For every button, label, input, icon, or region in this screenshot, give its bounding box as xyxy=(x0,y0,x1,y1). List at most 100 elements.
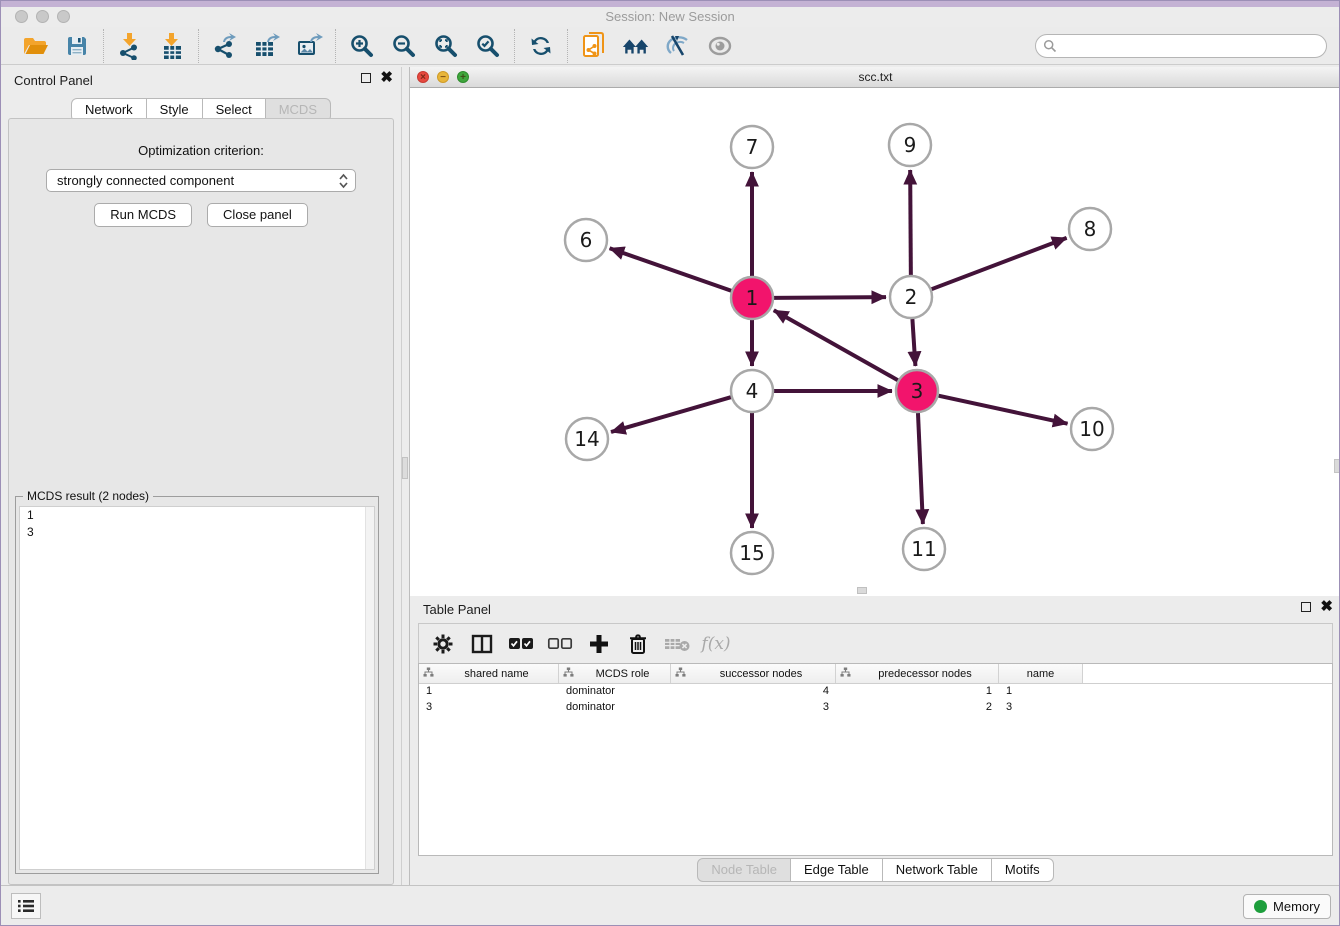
tree-icon xyxy=(563,667,579,681)
memory-button[interactable]: Memory xyxy=(1243,894,1331,919)
apply-layout-icon[interactable] xyxy=(526,31,556,61)
network-close-button[interactable]: × xyxy=(417,71,429,83)
canvas-bottom-grip[interactable] xyxy=(857,587,867,594)
splitter-grip[interactable] xyxy=(402,457,408,479)
table-panel-title: Table Panel xyxy=(410,596,1340,623)
table-row[interactable]: 1dominator411 xyxy=(419,684,1332,700)
import-table-icon[interactable] xyxy=(157,31,187,61)
edge-3-11[interactable] xyxy=(918,413,923,524)
edge-3-1[interactable] xyxy=(774,310,898,380)
canvas-right-grip[interactable] xyxy=(1334,459,1340,473)
column-header-shared-name[interactable]: shared name xyxy=(419,664,559,683)
criterion-dropdown-value: strongly connected component xyxy=(57,173,338,188)
node-6[interactable]: 6 xyxy=(565,219,607,261)
mcds-result-area[interactable]: 13 xyxy=(19,506,375,870)
new-network-from-selection-icon[interactable] xyxy=(579,31,609,61)
search-field[interactable] xyxy=(1035,34,1327,58)
node-7[interactable]: 7 xyxy=(731,126,773,168)
result-scrollbar[interactable] xyxy=(365,507,374,869)
edge-2-9[interactable] xyxy=(910,170,911,275)
column-header-successor-nodes[interactable]: successor nodes xyxy=(671,664,836,683)
table-cell[interactable]: 1 xyxy=(419,684,559,700)
export-network-icon[interactable] xyxy=(210,31,240,61)
minimize-window-button[interactable] xyxy=(36,10,49,23)
open-session-icon[interactable] xyxy=(20,31,50,61)
close-window-button[interactable] xyxy=(15,10,28,23)
tab-network-table[interactable]: Network Table xyxy=(883,858,992,882)
reset-view-icon[interactable] xyxy=(621,31,651,61)
deselect-all-icon[interactable] xyxy=(547,631,573,657)
tab-node-table[interactable]: Node Table xyxy=(697,858,791,882)
table-cell[interactable]: 2 xyxy=(836,700,999,716)
network-canvas[interactable]: 7 9 6 8 1 2 4 3 14 10 15 11 xyxy=(410,88,1340,596)
zoom-selected-icon[interactable] xyxy=(473,31,503,61)
node-9[interactable]: 9 xyxy=(889,124,931,166)
table-cell[interactable]: 1 xyxy=(999,684,1083,700)
table-cell[interactable]: 4 xyxy=(671,684,836,700)
close-panel-button[interactable]: Close panel xyxy=(207,203,308,227)
table-options-icon[interactable] xyxy=(430,631,456,657)
node-label: 1 xyxy=(746,286,759,310)
column-header-name[interactable]: name xyxy=(999,664,1083,683)
table-cell[interactable]: 3 xyxy=(999,700,1083,716)
import-network-icon[interactable] xyxy=(115,31,145,61)
float-table-panel-icon[interactable] xyxy=(1301,602,1311,612)
zoom-in-icon[interactable] xyxy=(347,31,377,61)
table-cell[interactable]: dominator xyxy=(559,700,671,716)
hide-graphics-details-icon[interactable] xyxy=(663,31,693,61)
export-table-icon[interactable] xyxy=(252,31,282,61)
node-1[interactable]: 1 xyxy=(731,277,773,319)
node-4[interactable]: 4 xyxy=(731,370,773,412)
node-11[interactable]: 11 xyxy=(903,528,945,570)
node-table[interactable]: shared nameMCDS rolesuccessor nodesprede… xyxy=(418,663,1333,856)
toggle-panel-icon[interactable] xyxy=(469,631,495,657)
delete-column-icon[interactable] xyxy=(625,631,651,657)
close-table-panel-icon[interactable]: ✖ xyxy=(1320,602,1333,612)
table-row[interactable]: 3dominator323 xyxy=(419,700,1332,716)
search-input[interactable] xyxy=(1057,38,1319,54)
tree-icon xyxy=(423,667,439,681)
column-header-predecessor-nodes[interactable]: predecessor nodes xyxy=(836,664,999,683)
delete-table-icon[interactable] xyxy=(664,631,690,657)
network-window-titlebar[interactable]: × − + scc.txt xyxy=(410,67,1340,88)
zoom-fit-icon[interactable] xyxy=(431,31,461,61)
node-label: 6 xyxy=(580,228,593,252)
node-14[interactable]: 14 xyxy=(566,418,608,460)
network-window-title: scc.txt xyxy=(410,67,1340,87)
export-image-icon[interactable] xyxy=(294,31,324,61)
close-panel-icon[interactable]: ✖ xyxy=(380,73,393,83)
panel-splitter[interactable] xyxy=(401,67,409,887)
select-all-icon[interactable] xyxy=(508,631,534,657)
task-history-button[interactable] xyxy=(11,893,41,919)
add-column-icon[interactable] xyxy=(586,631,612,657)
node-2[interactable]: 2 xyxy=(890,276,932,318)
edge-2-3[interactable] xyxy=(912,319,915,366)
tab-motifs[interactable]: Motifs xyxy=(992,858,1054,882)
edge-1-6[interactable] xyxy=(610,248,732,290)
column-header-MCDS-role[interactable]: MCDS role xyxy=(559,664,671,683)
edge-2-8[interactable] xyxy=(932,238,1067,289)
network-maximize-button[interactable]: + xyxy=(457,71,469,83)
node-15[interactable]: 15 xyxy=(731,532,773,574)
table-cell[interactable]: 3 xyxy=(671,700,836,716)
mcds-result-group: MCDS result (2 nodes) 13 xyxy=(15,496,379,874)
zoom-out-icon[interactable] xyxy=(389,31,419,61)
network-minimize-button[interactable]: − xyxy=(437,71,449,83)
network-graph[interactable]: 7 9 6 8 1 2 4 3 14 10 15 11 xyxy=(410,88,1340,596)
table-cell[interactable]: 3 xyxy=(419,700,559,716)
node-3[interactable]: 3 xyxy=(896,370,938,412)
save-session-icon[interactable] xyxy=(62,31,92,61)
zoom-window-button[interactable] xyxy=(57,10,70,23)
run-mcds-button[interactable]: Run MCDS xyxy=(94,203,192,227)
float-panel-icon[interactable] xyxy=(361,73,371,83)
table-cell[interactable]: 1 xyxy=(836,684,999,700)
tab-edge-table[interactable]: Edge Table xyxy=(791,858,883,882)
edge-1-2[interactable] xyxy=(774,297,886,298)
table-cell[interactable]: dominator xyxy=(559,684,671,700)
show-graphics-details-icon[interactable] xyxy=(705,31,735,61)
edge-3-10[interactable] xyxy=(938,396,1067,424)
node-8[interactable]: 8 xyxy=(1069,208,1111,250)
criterion-dropdown[interactable]: strongly connected component xyxy=(46,169,356,192)
node-10[interactable]: 10 xyxy=(1071,408,1113,450)
edge-4-14[interactable] xyxy=(611,397,731,432)
